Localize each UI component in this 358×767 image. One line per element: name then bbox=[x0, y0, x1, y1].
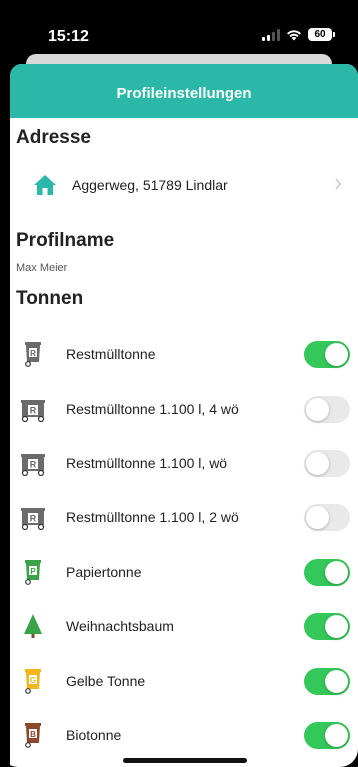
bin-toggle[interactable] bbox=[304, 668, 350, 695]
svg-text:R: R bbox=[30, 514, 37, 524]
large-container-icon: R bbox=[21, 508, 45, 530]
bin-row: R Restmülltonne 1.100 l, 2 wö bbox=[10, 492, 358, 542]
bin-label: Restmülltonne bbox=[66, 346, 156, 362]
bin-row: P Papiertonne bbox=[10, 547, 358, 597]
bin-label: Papiertonne bbox=[66, 564, 142, 580]
toggle-knob bbox=[325, 670, 348, 693]
status-bar: 15:12 60 bbox=[0, 0, 358, 58]
svg-text:B: B bbox=[30, 730, 36, 739]
bin-row: Weihnachtsbaum bbox=[10, 601, 358, 651]
bin-row: R Restmülltonne 1.100 l, wö bbox=[10, 438, 358, 488]
address-value: Aggerweg, 51789 Lindlar bbox=[72, 177, 228, 193]
toggle-knob bbox=[325, 615, 348, 638]
toggle-knob bbox=[325, 561, 348, 584]
large-container-icon: R bbox=[21, 400, 45, 422]
small-bin-icon: P bbox=[25, 560, 41, 585]
settings-content: Adresse Aggerweg, 51789 Lindlar Profilna… bbox=[10, 64, 358, 767]
bin-label: Gelbe Tonne bbox=[66, 673, 146, 689]
small-bin-icon: G bbox=[25, 669, 41, 694]
bin-toggle[interactable] bbox=[304, 613, 350, 640]
toggle-knob bbox=[306, 452, 329, 475]
bin-toggle[interactable] bbox=[304, 396, 350, 423]
status-time: 15:12 bbox=[48, 28, 89, 45]
bin-row: B Biotonne bbox=[10, 710, 358, 760]
signal-icon bbox=[262, 28, 280, 41]
bin-label: Restmülltonne 1.100 l, 4 wö bbox=[66, 401, 239, 417]
toggle-knob bbox=[306, 506, 329, 529]
bin-toggle[interactable] bbox=[304, 450, 350, 477]
bin-toggle[interactable] bbox=[304, 722, 350, 749]
toggle-knob bbox=[325, 724, 348, 747]
section-title-profile: Profilname bbox=[16, 230, 115, 251]
small-bin-icon: R bbox=[25, 342, 41, 367]
toggle-knob bbox=[325, 343, 348, 366]
svg-text:R: R bbox=[30, 460, 37, 470]
tree-icon bbox=[24, 614, 42, 638]
phone-screen: 15:12 60 Profileinstellungen Adresse Agg… bbox=[0, 0, 358, 767]
svg-text:R: R bbox=[30, 406, 37, 416]
svg-text:P: P bbox=[30, 567, 36, 576]
section-title-address: Adresse bbox=[16, 127, 91, 148]
bin-toggle[interactable] bbox=[304, 504, 350, 531]
large-container-icon: R bbox=[21, 454, 45, 476]
address-row[interactable]: Aggerweg, 51789 Lindlar bbox=[10, 166, 358, 206]
bin-row: R Restmülltonne 1.100 l, 4 wö bbox=[10, 384, 358, 434]
section-title-bins: Tonnen bbox=[16, 288, 84, 309]
bin-label: Restmülltonne 1.100 l, wö bbox=[66, 455, 228, 471]
svg-text:R: R bbox=[30, 349, 36, 358]
bin-label: Restmülltonne 1.100 l, 2 wö bbox=[66, 509, 239, 525]
bin-toggle[interactable] bbox=[304, 341, 350, 368]
bin-toggle[interactable] bbox=[304, 559, 350, 586]
wifi-icon bbox=[287, 29, 301, 40]
chevron-right-icon bbox=[335, 178, 341, 190]
toggle-knob bbox=[306, 398, 329, 421]
status-icons: 60 bbox=[262, 28, 335, 41]
profile-name-value[interactable]: Max Meier bbox=[16, 262, 67, 274]
battery-icon: 60 bbox=[308, 28, 335, 41]
bin-label: Biotonne bbox=[66, 727, 122, 743]
bin-row: R Restmülltonne bbox=[10, 329, 358, 379]
svg-text:G: G bbox=[30, 676, 36, 685]
bin-label: Weihnachtsbaum bbox=[66, 618, 174, 634]
settings-sheet: Profileinstellungen Adresse Aggerweg, 51… bbox=[10, 64, 358, 767]
home-icon bbox=[34, 175, 56, 195]
small-bin-icon: B bbox=[25, 723, 41, 748]
home-indicator bbox=[123, 758, 247, 763]
bin-row: G Gelbe Tonne bbox=[10, 656, 358, 706]
